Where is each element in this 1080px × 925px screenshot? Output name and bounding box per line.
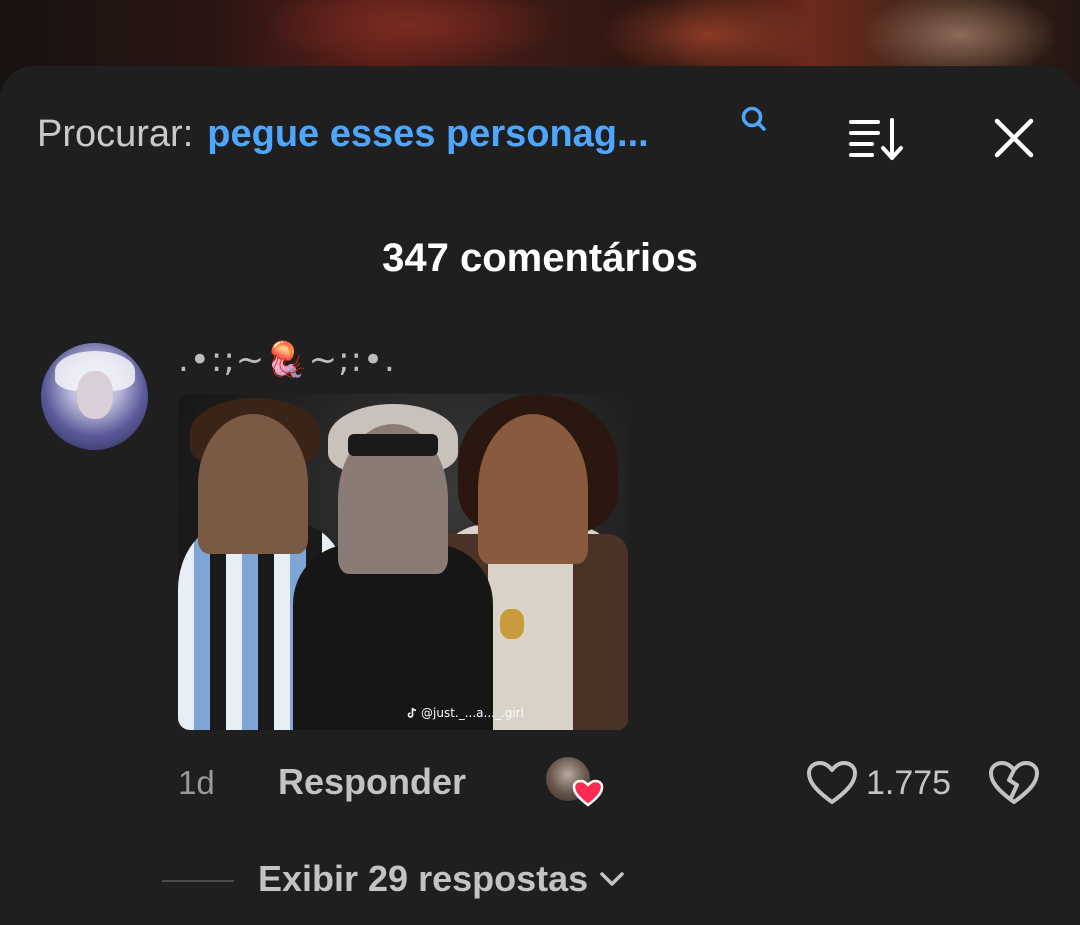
like-count: 1.775 (866, 763, 952, 802)
view-replies-label: Exibir 29 respostas (258, 858, 589, 899)
replies-divider (162, 880, 234, 882)
heart-filled-icon (572, 779, 604, 807)
search-bar[interactable]: Procurar: pegue esses personag... (37, 109, 649, 159)
comment-timestamp: 1d (178, 764, 215, 801)
close-icon[interactable] (993, 117, 1035, 159)
comment-image[interactable]: @just._...a..._.girl (178, 394, 628, 730)
like-button[interactable]: 1.775 (806, 760, 951, 806)
search-icon[interactable] (738, 104, 770, 136)
image-watermark: @just._...a..._.girl (406, 706, 524, 720)
comment-username[interactable]: .•:;~🪼~;:•. (178, 340, 396, 380)
reply-button[interactable]: Responder (278, 761, 466, 803)
chevron-down-icon (600, 872, 624, 886)
heart-icon[interactable] (806, 760, 858, 806)
creator-liked-badge (546, 757, 606, 807)
tiktok-icon (407, 707, 417, 718)
comments-count-title: 347 comentários (382, 236, 698, 280)
search-label: Procurar: (37, 112, 194, 155)
view-replies-button[interactable]: Exibir 29 respostas (258, 858, 626, 900)
watermark-text: @just._...a..._.girl (421, 706, 524, 720)
broken-heart-icon[interactable] (988, 760, 1040, 806)
sort-icon[interactable] (848, 116, 906, 162)
avatar[interactable] (41, 343, 148, 450)
search-query-link[interactable]: pegue esses personag... (207, 113, 648, 156)
